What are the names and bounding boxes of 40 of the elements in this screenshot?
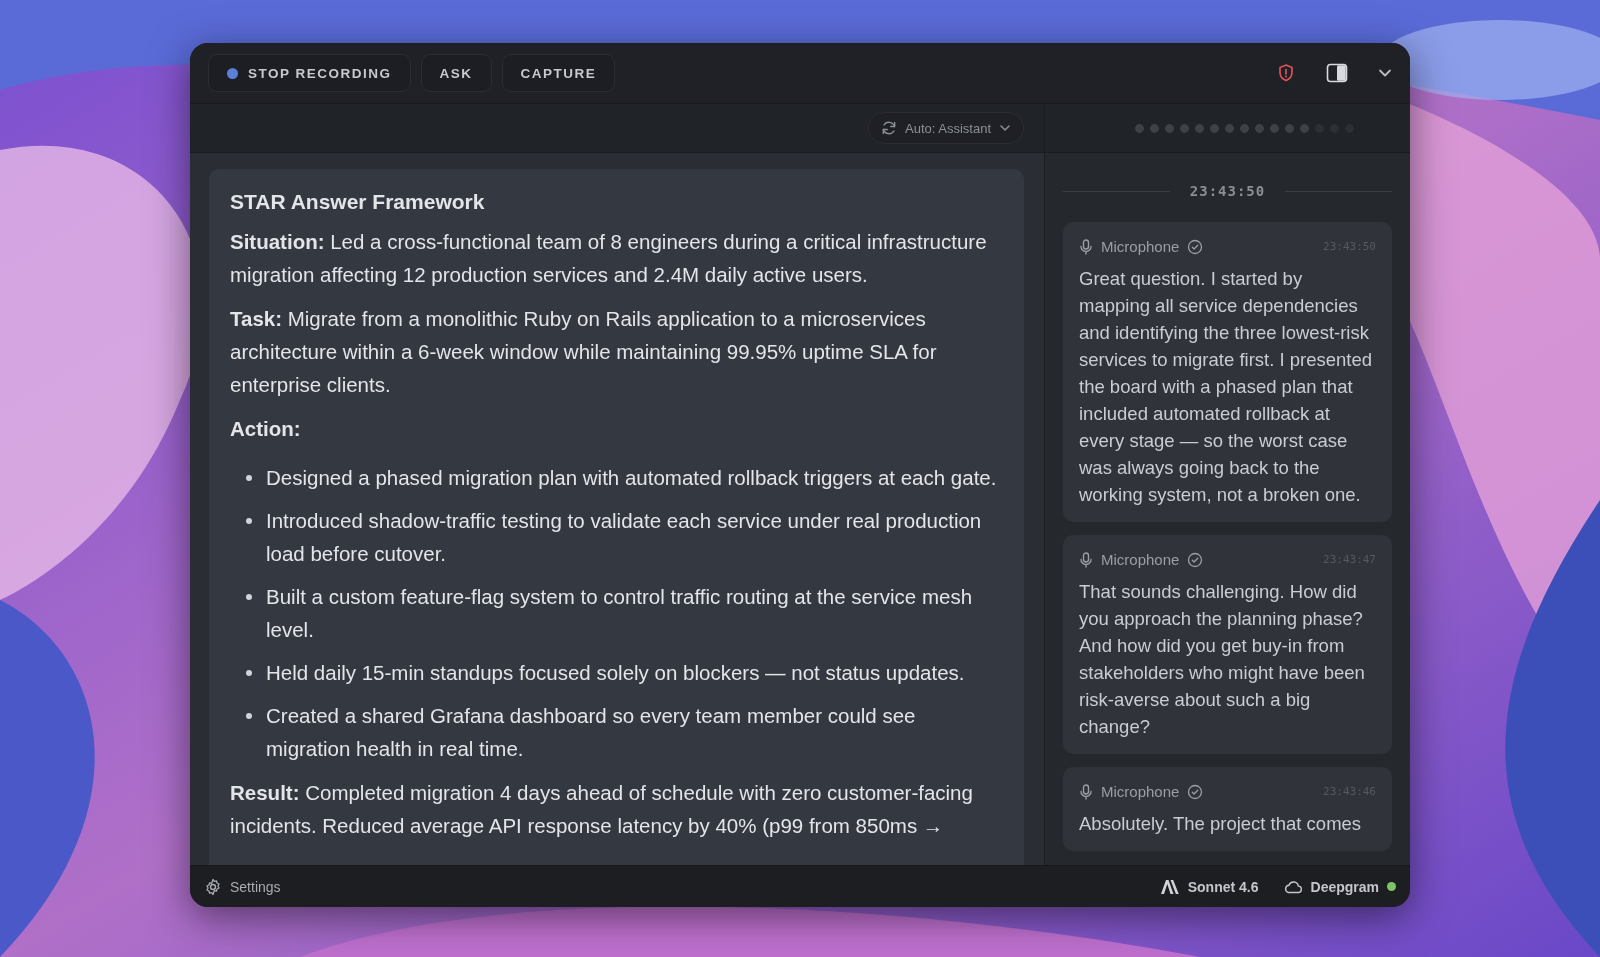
section-heading: Action: (230, 416, 302, 442)
transcriber-name: Deepgram (1310, 878, 1379, 895)
bullet-text: Introduced shadow-traffic testing to validate each service under real production load before cutover. (266, 508, 983, 567)
source-label: Microphone (1101, 783, 1180, 800)
transcript-text: That sounds challenging. How did you approach the planning phase? And how did you get buy-in from stakeholders who might have been risk-averse about such a big change? (1079, 580, 1366, 739)
microphone-icon (1079, 783, 1093, 800)
refresh-icon (881, 120, 897, 136)
answer-paragraph: Task: Migrate from a monolithic Ruby on Rails application to a microservices architecture within a 6-week window while maintaining 99.95% uptime SLA for enterprise clients. (230, 306, 938, 398)
chevron-down-icon (999, 124, 1011, 132)
bullet-text: Held daily 15-min standups focused solely on blockers — not status updates. (266, 660, 965, 686)
bullet-text: Created a shared Grafana dashboard so every team member could see migration health in real time. (266, 703, 917, 762)
shield-alert-icon[interactable] (1276, 63, 1296, 83)
mode-dropdown[interactable]: Auto: Assistant (868, 112, 1024, 144)
chevron-down-icon[interactable] (1378, 68, 1392, 78)
record-button[interactable]: STOP RECORDING (208, 54, 411, 92)
settings-icon (204, 877, 222, 896)
capture-button[interactable]: CAPTURE (501, 54, 616, 92)
time-divider: 23:43:50 (1189, 183, 1266, 199)
bullet-icon (246, 713, 252, 719)
bullet-text: Built a custom feature-flag system to control traffic routing at the service mesh level. (266, 584, 974, 643)
ask-button[interactable]: ASK (420, 54, 492, 92)
answer-paragraph: Result: Completed migration 4 days ahead of schedule with zero customer-facing incidents. Reduced average API response latency by 40% (p99 from 850ms → (230, 780, 974, 839)
settings-button[interactable]: Settings (204, 877, 281, 896)
bullet-icon (246, 594, 252, 600)
transcript-text: Absolutely. The project that comes (1079, 812, 1363, 836)
cloud-icon (1282, 879, 1303, 894)
answer-title: STAR Answer Framework (230, 189, 486, 215)
bullet-text: Designed a phased migration plan with automated rollback triggers at each gate. (266, 465, 997, 491)
model-name: Sonnet 4.6 (1187, 878, 1259, 895)
bullet-icon (246, 475, 252, 481)
bullet-icon (246, 518, 252, 524)
source-label: Microphone (1101, 238, 1180, 255)
microphone-icon (1079, 551, 1093, 568)
microphone-icon (1079, 238, 1093, 255)
source-label: Microphone (1101, 551, 1180, 568)
sidebar-toggle-icon[interactable] (1326, 63, 1348, 83)
model-logo-icon (1159, 878, 1180, 895)
answer-paragraph: Situation: Led a cross-functional team of 8 engineers during a critical infrastructure migration affecting 12 production services and 2.4M daily active users. (230, 229, 988, 288)
transcript-text: Great question. I started by mapping all service dependencies and identifying the three lowest-risk services to migrate first. I presented the board with a phased plan that included automated rollback at every stage — so the worst case was always going back to the working system, not a broken one. (1079, 267, 1374, 507)
bullet-icon (246, 670, 252, 676)
